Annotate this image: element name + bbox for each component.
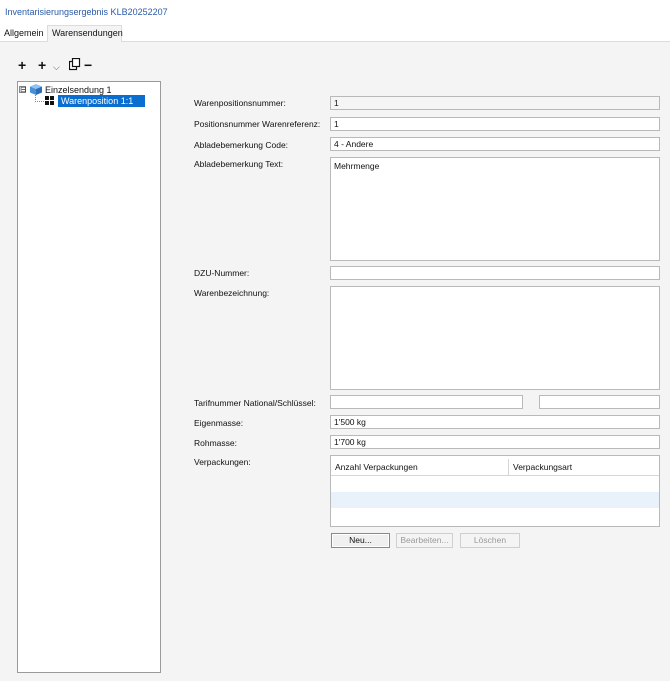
abladebemerkung-text-area[interactable]: Mehrmenge: [330, 157, 660, 261]
label-dzu-nummer: DZU-Nummer:: [194, 268, 250, 278]
column-header-anzahl[interactable]: Anzahl Verpackungen: [331, 459, 509, 475]
tarifnummer-schluessel-field[interactable]: [539, 395, 660, 409]
tab-strip: Allgemein Warensendungen: [0, 22, 670, 42]
add-child-plus-icon[interactable]: +: [38, 58, 46, 72]
column-header-verpackungsart[interactable]: Verpackungsart: [509, 459, 659, 475]
warenbezeichnung-area[interactable]: [330, 286, 660, 390]
delete-button[interactable]: Löschen: [460, 533, 520, 548]
chevron-down-icon[interactable]: ⌵: [53, 60, 60, 74]
new-button[interactable]: Neu...: [331, 533, 390, 548]
label-warenbezeichnung: Warenbezeichnung:: [194, 288, 270, 298]
plus-icon[interactable]: +: [18, 58, 26, 72]
packaging-table-header: Anzahl Verpackungen Verpackungsart: [331, 459, 659, 476]
positionsnummer-warenreferenz-field[interactable]: 1: [330, 117, 660, 131]
grid-icon: [45, 96, 55, 106]
window-title: Inventarisierungsergebnis KLB20252207: [5, 7, 168, 17]
eigenmasse-field[interactable]: 1'500 kg: [330, 415, 660, 429]
shipment-tree[interactable]: ⊟ Einzelsendung 1 Warenposition 1:1: [17, 81, 161, 673]
copy-icon[interactable]: [68, 57, 81, 73]
label-tarifnummer: Tarifnummer National/Schlüssel:: [194, 398, 316, 408]
label-positionsnummer-warenreferenz: Positionsnummer Warenreferenz:: [194, 119, 321, 129]
collapse-icon[interactable]: ⊟: [19, 86, 27, 94]
label-rohmasse: Rohmasse:: [194, 438, 237, 448]
packaging-table[interactable]: Anzahl Verpackungen Verpackungsart: [330, 455, 660, 527]
label-abladebemerkung-text: Abladebemerkung Text:: [194, 159, 284, 169]
table-row[interactable]: [331, 476, 659, 492]
abladebemerkung-code-field[interactable]: 4 - Andere: [330, 137, 660, 151]
label-warenpositionsnummer: Warenpositionsnummer:: [194, 98, 286, 108]
warenpositionsnummer-field[interactable]: 1: [330, 96, 660, 110]
label-verpackungen: Verpackungen:: [194, 457, 251, 467]
dzu-nummer-field[interactable]: [330, 266, 660, 280]
table-row[interactable]: [331, 492, 659, 508]
tree-connector: [35, 91, 44, 102]
tab-allgemein[interactable]: Allgemein: [1, 26, 47, 41]
edit-button[interactable]: Bearbeiten...: [396, 533, 453, 548]
title-bar: Inventarisierungsergebnis KLB20252207: [0, 0, 670, 22]
label-eigenmasse: Eigenmasse:: [194, 418, 244, 428]
table-row[interactable]: [331, 508, 659, 524]
minus-icon[interactable]: −: [84, 58, 92, 72]
rohmasse-field[interactable]: 1'700 kg: [330, 435, 660, 449]
tab-warensendungen[interactable]: Warensendungen: [47, 25, 123, 42]
tree-node-label-selected[interactable]: Warenposition 1:1: [58, 95, 145, 107]
label-abladebemerkung-code: Abladebemerkung Code:: [194, 140, 289, 150]
tarifnummer-national-field[interactable]: [330, 395, 523, 409]
